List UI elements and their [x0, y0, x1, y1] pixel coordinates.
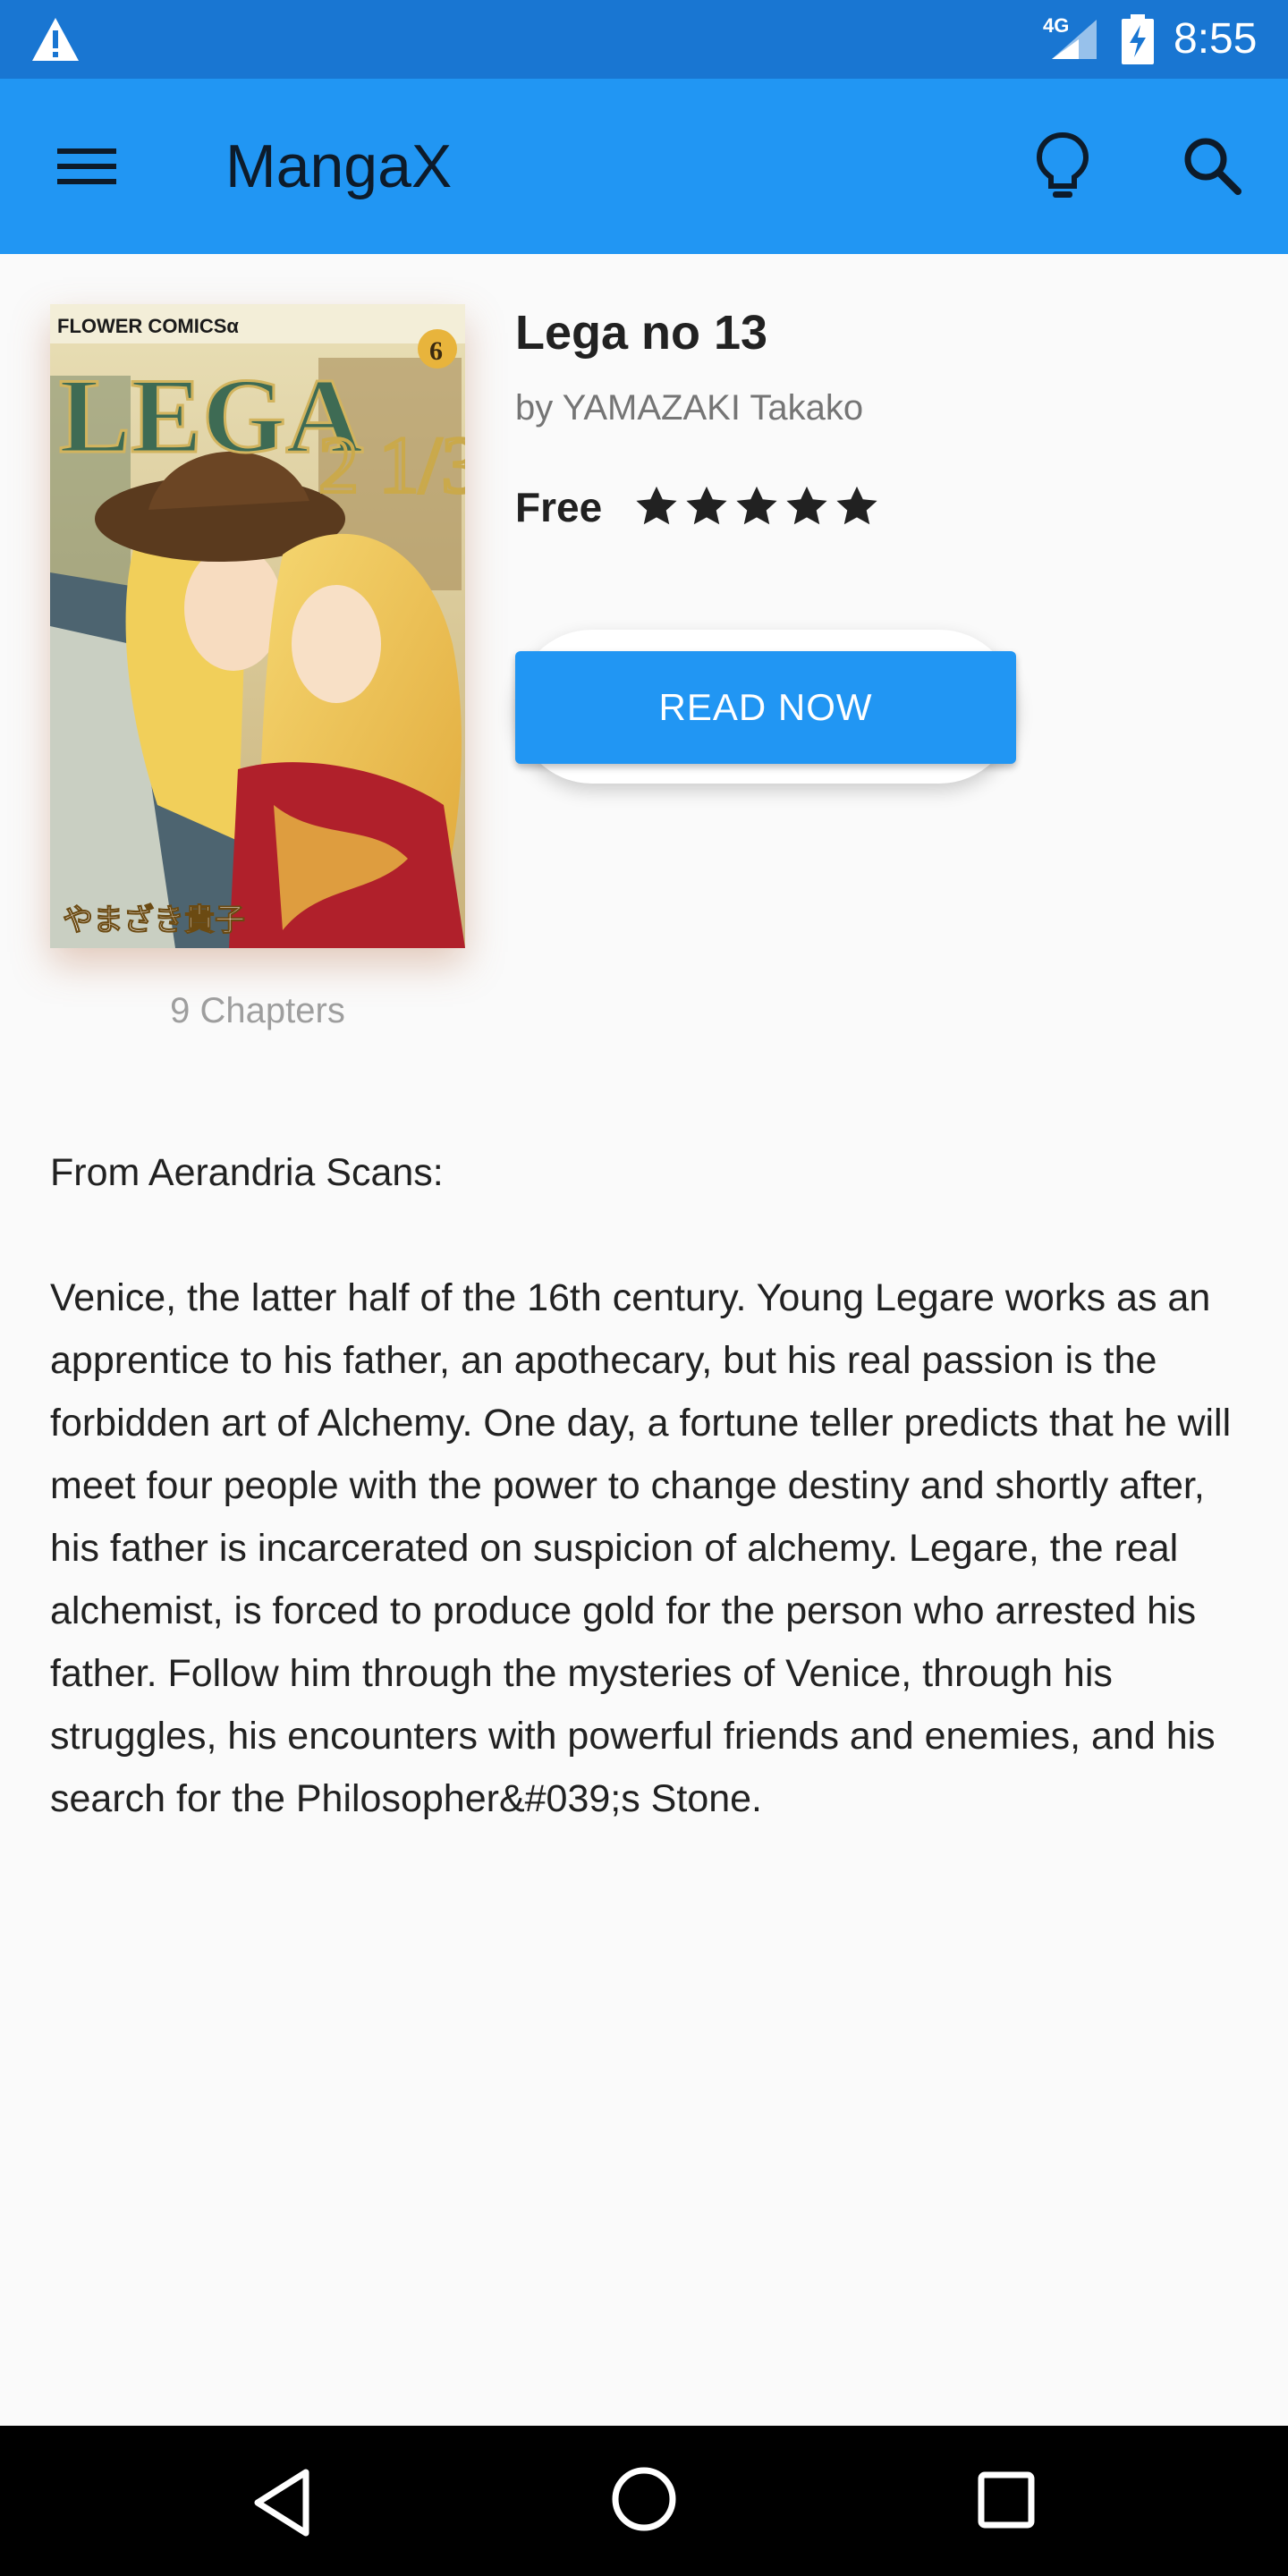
search-icon[interactable] [1181, 134, 1243, 197]
cover-volume: 6 [429, 336, 443, 366]
app-bar: MangaX [0, 79, 1288, 254]
home-icon[interactable] [610, 2465, 678, 2533]
battery-charging-icon [1122, 14, 1154, 64]
recents-icon[interactable] [977, 2470, 1036, 2529]
star-icon[interactable] [832, 481, 882, 531]
navigation-bar [0, 2426, 1288, 2576]
star-icon[interactable] [682, 481, 732, 531]
description-body: Venice, the latter half of the 16th cent… [50, 1276, 1232, 1820]
star-icon[interactable] [732, 481, 782, 531]
chapter-count: 9 Chapters [170, 991, 345, 1030]
description: From Aerandria Scans: Venice, the latter… [50, 1141, 1249, 1830]
manga-cover[interactable]: FLOWER COMICSα LEGA 2 1/3 6 やまざき貴子 [50, 304, 465, 948]
description-intro: From Aerandria Scans: [50, 1151, 444, 1194]
cover-logo-fraction: 2 1/3 [318, 421, 465, 510]
rating-stars [631, 481, 882, 535]
signal-icon [1052, 20, 1097, 59]
read-now-button[interactable]: READ NOW [515, 651, 1016, 764]
cover-author-jp: やまざき貴子 [63, 902, 245, 938]
price-label: Free [515, 484, 603, 530]
lightbulb-icon[interactable] [1034, 131, 1091, 202]
status-bar: 4G 8:55 [0, 0, 1288, 79]
app-title: MangaX [225, 132, 453, 200]
manga-title: Lega no 13 [515, 306, 768, 360]
cover-publisher: FLOWER COMICSα [57, 315, 239, 337]
clock: 8:55 [1174, 15, 1258, 63]
back-icon[interactable] [250, 2467, 313, 2538]
manga-author: by YAMAZAKI Takako [515, 388, 864, 428]
star-icon[interactable] [782, 481, 832, 531]
menu-icon[interactable] [57, 145, 116, 188]
star-icon[interactable] [631, 481, 682, 531]
alert-icon [32, 18, 79, 61]
